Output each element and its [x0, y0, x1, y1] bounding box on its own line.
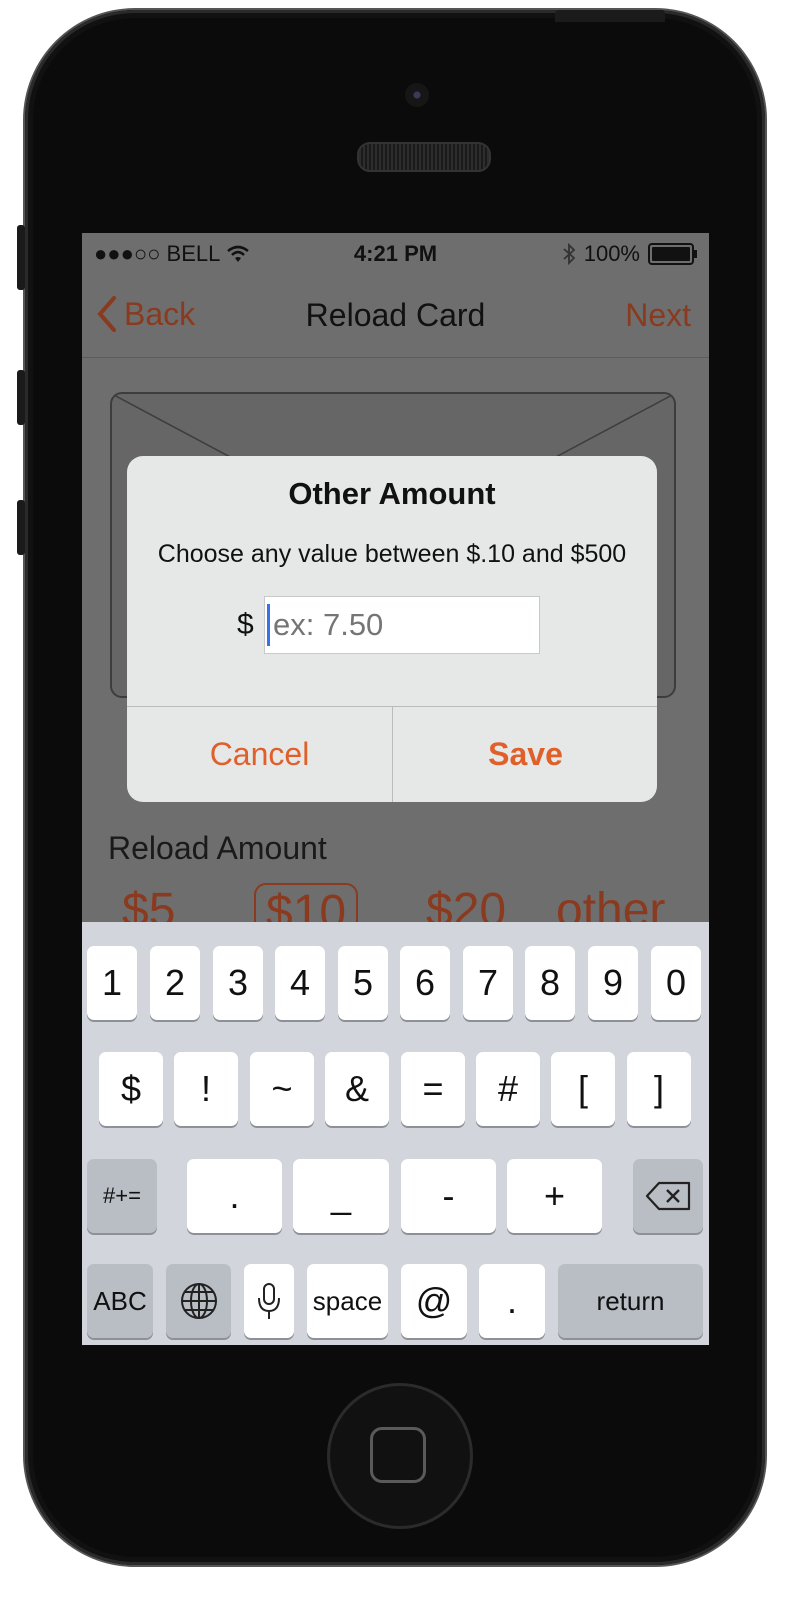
front-camera — [405, 83, 429, 107]
key-5[interactable]: 5 — [338, 946, 388, 1020]
mute-switch — [17, 225, 25, 290]
volume-down-button — [17, 500, 25, 555]
key-ampersand[interactable]: & — [325, 1052, 389, 1126]
key-dollar[interactable]: $ — [99, 1052, 163, 1126]
microphone-key[interactable] — [244, 1264, 294, 1338]
key-underscore[interactable]: _ — [293, 1159, 389, 1233]
page-title: Reload Card — [305, 297, 486, 333]
key-8[interactable]: 8 — [525, 946, 575, 1020]
next-button[interactable]: Next — [625, 297, 691, 334]
globe-icon — [180, 1283, 217, 1319]
key-0[interactable]: 0 — [651, 946, 701, 1020]
key-4[interactable]: 4 — [275, 946, 325, 1020]
battery-percent: 100% — [583, 241, 640, 266]
key-right-bracket[interactable]: ] — [627, 1052, 691, 1126]
globe-key[interactable] — [166, 1264, 231, 1338]
other-amount-dialog: Other Amount Choose any value between $.… — [127, 456, 657, 802]
key-at[interactable]: @ — [401, 1264, 467, 1338]
navigation-bar: Back Reload Card Next — [82, 273, 709, 358]
status-bar: ●●●○○ BELL 4:21 PM 100% — [82, 233, 709, 273]
battery-icon — [648, 243, 694, 265]
battery-nub — [694, 250, 697, 258]
key-exclamation[interactable]: ! — [174, 1052, 238, 1126]
bluetooth-icon — [563, 243, 576, 265]
dialog-message: Choose any value between $.10 and $500 — [157, 540, 627, 568]
dialog-title: Other Amount — [288, 476, 496, 511]
key-abc[interactable]: ABC — [87, 1264, 153, 1338]
battery-status: 100% — [562, 241, 697, 267]
screen: ●●●○○ BELL 4:21 PM 100% Back Reload Card… — [82, 233, 709, 1345]
key-6[interactable]: 6 — [400, 946, 450, 1020]
save-button[interactable]: Save — [393, 706, 657, 802]
key-dot[interactable]: . — [479, 1264, 545, 1338]
home-button-icon — [370, 1427, 426, 1483]
earpiece-speaker — [357, 142, 491, 172]
return-key[interactable]: return — [558, 1264, 703, 1338]
key-period[interactable]: . — [187, 1159, 282, 1233]
key-more-symbols[interactable]: #+= — [87, 1159, 157, 1233]
key-9[interactable]: 9 — [588, 946, 638, 1020]
currency-symbol: $ — [237, 608, 254, 641]
delete-key[interactable] — [633, 1159, 703, 1233]
microphone-icon — [258, 1283, 280, 1319]
key-equals[interactable]: = — [401, 1052, 465, 1126]
power-button — [555, 10, 665, 22]
key-left-bracket[interactable]: [ — [551, 1052, 615, 1126]
keyboard: 1 2 3 4 5 6 7 8 9 0 $ ! ~ & = # [ ] #+= … — [82, 922, 709, 1345]
key-tilde[interactable]: ~ — [250, 1052, 314, 1126]
key-3[interactable]: 3 — [213, 946, 263, 1020]
amount-input[interactable] — [264, 596, 540, 654]
text-cursor — [267, 604, 270, 646]
volume-up-button — [17, 370, 25, 425]
key-hash[interactable]: # — [476, 1052, 540, 1126]
reload-amount-label: Reload Amount — [108, 830, 327, 866]
key-1[interactable]: 1 — [87, 946, 137, 1020]
key-2[interactable]: 2 — [150, 946, 200, 1020]
key-7[interactable]: 7 — [463, 946, 513, 1020]
space-key[interactable]: space — [307, 1264, 388, 1338]
backspace-icon — [645, 1181, 691, 1211]
cancel-button[interactable]: Cancel — [127, 706, 392, 802]
key-minus[interactable]: - — [401, 1159, 496, 1233]
key-plus[interactable]: + — [507, 1159, 602, 1233]
